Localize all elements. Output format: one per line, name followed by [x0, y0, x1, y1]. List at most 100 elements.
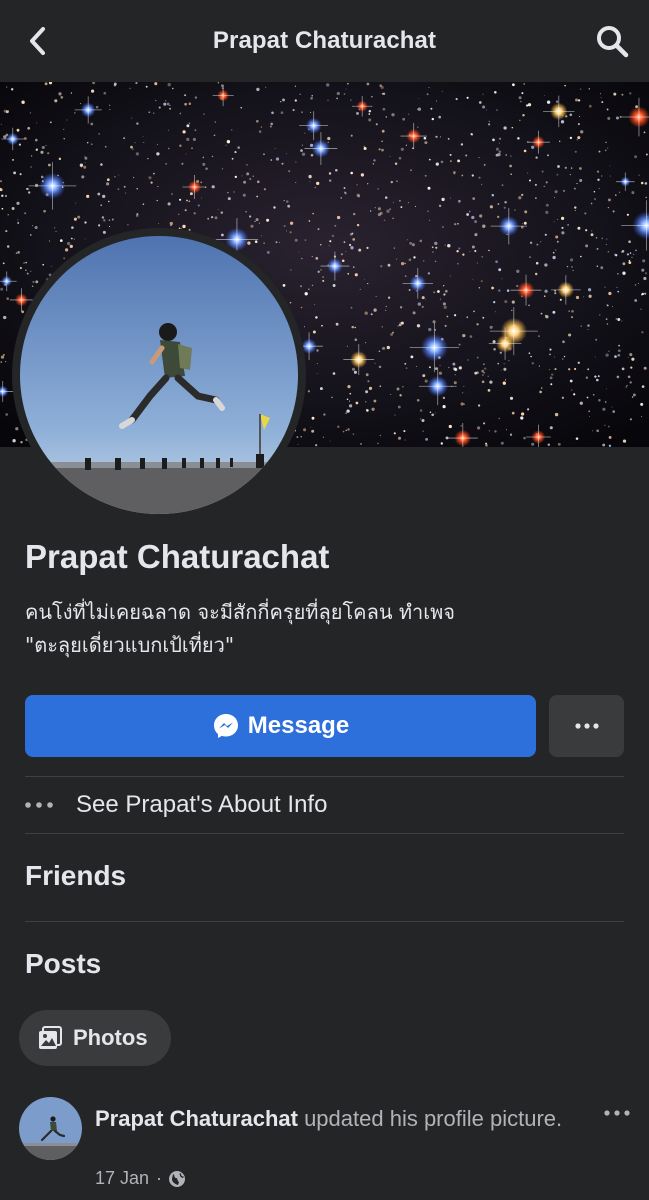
star: [12, 158, 14, 161]
star: [311, 256, 313, 257]
globe-icon: [169, 1170, 186, 1187]
star: [552, 251, 555, 254]
star: [605, 318, 608, 321]
star: [569, 113, 573, 117]
star: [16, 201, 20, 205]
star: [142, 136, 144, 138]
star: [522, 223, 524, 225]
star: [612, 210, 615, 213]
star: [314, 304, 316, 306]
star: [47, 163, 51, 167]
star: [351, 367, 356, 371]
star: [417, 126, 419, 128]
star: [631, 396, 634, 398]
star: [368, 113, 371, 115]
star: [604, 424, 606, 426]
star: [460, 143, 464, 146]
star: [500, 369, 502, 371]
star: [66, 241, 71, 246]
star: [616, 375, 620, 379]
star: [353, 370, 357, 374]
post-author-avatar[interactable]: [19, 1097, 82, 1160]
post-author-link[interactable]: Prapat Chaturachat: [95, 1106, 298, 1131]
star: [477, 426, 481, 430]
star: [516, 269, 520, 273]
star: [605, 141, 607, 144]
star: [645, 196, 647, 199]
star: [644, 292, 647, 295]
star: [383, 219, 386, 221]
star: [543, 185, 545, 188]
star: [202, 156, 205, 159]
star: [167, 202, 171, 206]
star: [40, 150, 44, 154]
bio-line: "ตะลุยเดี่ยวแบกเป้เที่ยว": [25, 633, 235, 657]
see-about-info-row[interactable]: See Prapat's About Info: [25, 778, 624, 832]
star: [463, 385, 465, 387]
star: [275, 157, 280, 161]
message-button[interactable]: Message: [25, 695, 536, 757]
star: [221, 168, 224, 170]
star: [604, 401, 607, 403]
star: [626, 385, 628, 387]
star: [553, 356, 555, 358]
star: [270, 159, 273, 161]
post-more-button[interactable]: [597, 1098, 637, 1128]
star: [66, 119, 68, 121]
star: [217, 82, 220, 84]
star: [282, 98, 285, 102]
star: [123, 185, 126, 188]
photos-filter-button[interactable]: Photos: [19, 1010, 171, 1066]
star: [345, 429, 347, 432]
star: [354, 326, 356, 329]
friends-heading[interactable]: Friends: [25, 860, 126, 892]
star: [448, 424, 452, 429]
star: [322, 279, 325, 282]
star: [134, 142, 136, 144]
star: [460, 402, 464, 406]
star: [252, 175, 254, 177]
star: [504, 200, 507, 204]
star: [552, 255, 556, 260]
star: [560, 120, 565, 124]
profile-avatar[interactable]: [12, 228, 306, 522]
star: [366, 82, 370, 86]
star: [424, 174, 427, 177]
star: [348, 400, 351, 402]
more-options-button[interactable]: [549, 695, 624, 757]
star: [310, 97, 313, 100]
star: [476, 323, 479, 326]
star: [629, 252, 632, 254]
star: [537, 335, 540, 338]
star: [350, 246, 354, 250]
profile-picture: [20, 236, 298, 514]
star: [59, 239, 63, 242]
star: [282, 284, 286, 287]
star: [599, 93, 601, 95]
star: [152, 172, 155, 175]
star: [473, 310, 475, 313]
star: [517, 137, 520, 140]
star: [549, 376, 553, 380]
star: [409, 242, 413, 245]
star: [441, 90, 443, 92]
star: [365, 373, 369, 377]
star: [488, 249, 490, 252]
star: [482, 93, 484, 95]
star: [626, 213, 629, 216]
star: [403, 430, 406, 433]
star: [442, 302, 446, 306]
post-date[interactable]: 17 Jan: [95, 1168, 149, 1189]
star: [367, 183, 369, 185]
back-button[interactable]: [22, 24, 52, 58]
star: [591, 230, 593, 232]
star: [594, 356, 596, 358]
star: [382, 346, 386, 350]
star: [518, 196, 522, 200]
star: [405, 144, 407, 146]
search-button[interactable]: [593, 22, 631, 60]
star: [609, 165, 611, 167]
star: [634, 284, 637, 286]
star: [617, 290, 620, 293]
star: [573, 187, 576, 190]
